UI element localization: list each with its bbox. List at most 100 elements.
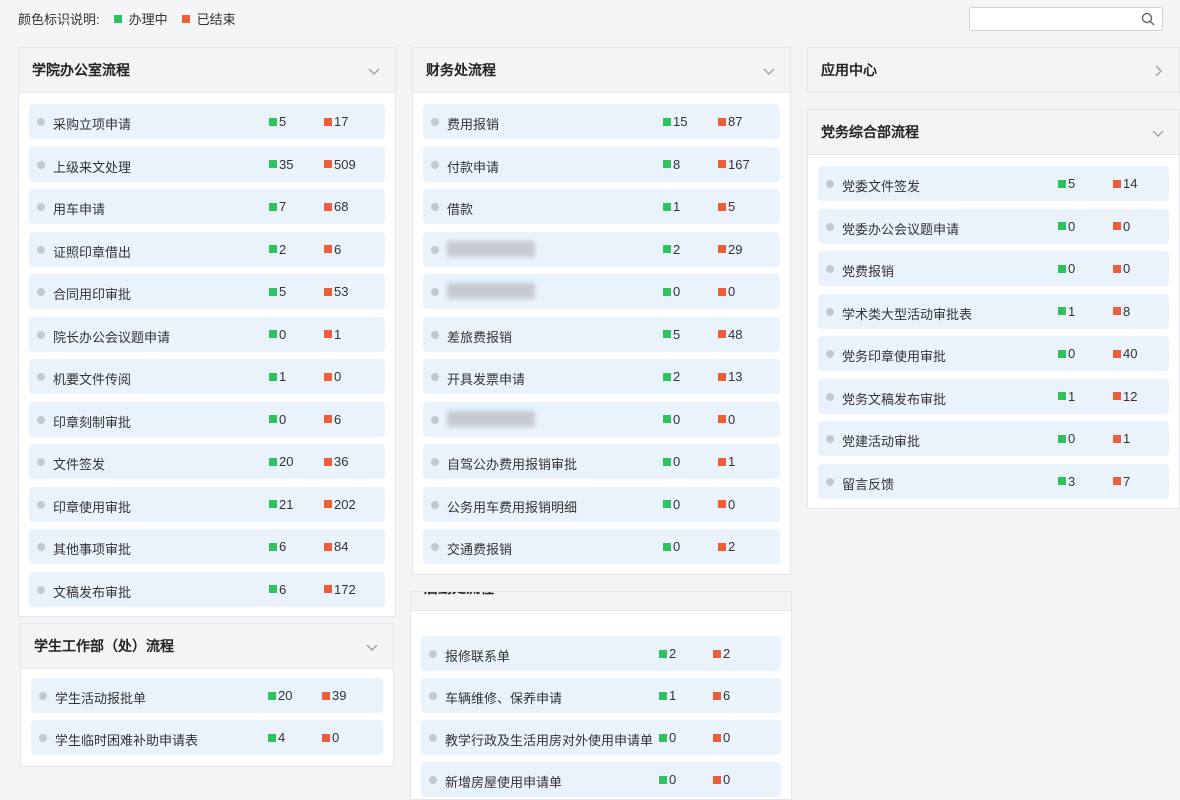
process-row[interactable]: 教学行政及生活用房对外使用申请单 0 0 — [421, 720, 781, 755]
active-count[interactable]: 0 — [663, 539, 680, 554]
panel-header[interactable]: 学院办公室流程 — [19, 48, 395, 93]
process-row[interactable]: 费用报销 15 87 — [423, 104, 780, 139]
process-row[interactable]: 合同用印审批 5 53 — [29, 274, 385, 309]
active-count[interactable]: 0 — [663, 284, 680, 299]
active-count[interactable]: 4 — [268, 730, 285, 745]
process-row[interactable]: 借款 1 5 — [423, 189, 780, 224]
done-count[interactable]: 6 — [324, 412, 341, 427]
done-count[interactable]: 0 — [718, 497, 735, 512]
active-count[interactable]: 0 — [1058, 346, 1075, 361]
process-row[interactable]: 报修联系单 2 2 — [421, 636, 781, 671]
active-count[interactable]: 2 — [269, 242, 286, 257]
done-count[interactable]: 1 — [1113, 431, 1130, 446]
done-count[interactable]: 1 — [324, 327, 341, 342]
active-count[interactable]: 1 — [659, 688, 676, 703]
done-count[interactable]: 6 — [713, 688, 730, 703]
process-row[interactable]: 院长办公会议题申请 0 1 — [29, 316, 385, 352]
process-row[interactable]: 自驾公办费用报销审批 0 1 — [423, 444, 780, 479]
process-row[interactable]: 机要文件传阅 1 0 — [29, 359, 385, 394]
process-row[interactable]: 党委文件签发 5 14 — [818, 166, 1169, 201]
process-row[interactable]: 学术类大型活动审批表 1 8 — [818, 293, 1169, 329]
done-count[interactable]: 7 — [1113, 474, 1130, 489]
active-count[interactable]: 20 — [268, 688, 292, 703]
done-count[interactable]: 172 — [324, 582, 356, 597]
active-count[interactable]: 1 — [1058, 304, 1075, 319]
chevron-down-icon[interactable] — [367, 64, 381, 78]
done-count[interactable]: 6 — [324, 242, 341, 257]
process-row[interactable]: 交通费报销 0 2 — [423, 529, 780, 564]
chevron-down-icon[interactable] — [1151, 126, 1165, 140]
done-count[interactable]: 84 — [324, 539, 348, 554]
process-row[interactable]: 付款申请 8 167 — [423, 146, 780, 182]
chevron-down-icon[interactable] — [365, 640, 379, 654]
process-row[interactable]: 学生活动报批单 20 39 — [31, 678, 383, 713]
process-row[interactable]: 用车申请 7 68 — [29, 189, 385, 224]
active-count[interactable]: 35 — [269, 157, 293, 172]
active-count[interactable]: 0 — [663, 412, 680, 427]
active-count[interactable]: 0 — [1058, 431, 1075, 446]
process-row[interactable]: 党费报销 0 0 — [818, 251, 1169, 286]
process-row[interactable]: 2 29 — [423, 231, 780, 267]
done-count[interactable]: 17 — [324, 114, 348, 129]
active-count[interactable]: 1 — [663, 199, 680, 214]
panel-header[interactable]: 党务综合部流程 — [808, 110, 1179, 155]
active-count[interactable]: 5 — [269, 284, 286, 299]
process-row[interactable]: 党委办公会议题申请 0 0 — [818, 208, 1169, 244]
panel-header[interactable]: 后勤处流程 — [411, 592, 791, 611]
process-row[interactable]: 证照印章借出 2 6 — [29, 231, 385, 267]
active-count[interactable]: 5 — [663, 327, 680, 342]
active-count[interactable]: 6 — [269, 539, 286, 554]
done-count[interactable]: 0 — [718, 412, 735, 427]
active-count[interactable]: 5 — [269, 114, 286, 129]
done-count[interactable]: 2 — [713, 646, 730, 661]
process-row[interactable]: 公务用车费用报销明细 0 0 — [423, 486, 780, 522]
done-count[interactable]: 53 — [324, 284, 348, 299]
active-count[interactable]: 15 — [663, 114, 687, 129]
done-count[interactable]: 12 — [1113, 389, 1137, 404]
done-count[interactable]: 48 — [718, 327, 742, 342]
active-count[interactable]: 0 — [663, 497, 680, 512]
active-count[interactable]: 0 — [1058, 219, 1075, 234]
done-count[interactable]: 40 — [1113, 346, 1137, 361]
panel-header[interactable]: 学生工作部（处）流程 — [21, 624, 393, 669]
active-count[interactable]: 8 — [663, 157, 680, 172]
active-count[interactable]: 0 — [659, 772, 676, 787]
done-count[interactable]: 0 — [713, 772, 730, 787]
process-row[interactable]: 印章刻制审批 0 6 — [29, 401, 385, 437]
active-count[interactable]: 0 — [663, 454, 680, 469]
panel-header[interactable]: 应用中心 — [808, 48, 1179, 92]
search-input[interactable] — [976, 9, 1140, 31]
done-count[interactable]: 202 — [324, 497, 356, 512]
active-count[interactable]: 3 — [1058, 474, 1075, 489]
done-count[interactable]: 39 — [322, 688, 346, 703]
active-count[interactable]: 0 — [659, 730, 676, 745]
done-count[interactable]: 0 — [1113, 261, 1130, 276]
process-row[interactable]: 新增房屋使用申请单 0 0 — [421, 762, 781, 797]
process-row[interactable]: 学生临时困难补助申请表 4 0 — [31, 720, 383, 755]
active-count[interactable]: 21 — [269, 497, 293, 512]
process-row[interactable]: 印章使用审批 21 202 — [29, 486, 385, 522]
done-count[interactable]: 5 — [718, 199, 735, 214]
done-count[interactable]: 8 — [1113, 304, 1130, 319]
process-row[interactable]: 文稿发布审批 6 172 — [29, 571, 385, 607]
process-row[interactable]: 采购立项申请 5 17 — [29, 104, 385, 139]
active-count[interactable]: 0 — [269, 412, 286, 427]
active-count[interactable]: 2 — [663, 369, 680, 384]
active-count[interactable]: 5 — [1058, 176, 1075, 191]
done-count[interactable]: 509 — [324, 157, 356, 172]
active-count[interactable]: 1 — [1058, 389, 1075, 404]
search-icon[interactable] — [1141, 12, 1155, 26]
active-count[interactable]: 20 — [269, 454, 293, 469]
active-count[interactable]: 2 — [659, 646, 676, 661]
done-count[interactable]: 167 — [718, 157, 750, 172]
done-count[interactable]: 13 — [718, 369, 742, 384]
chevron-right-icon[interactable] — [1151, 64, 1165, 78]
active-count[interactable]: 2 — [663, 242, 680, 257]
done-count[interactable]: 0 — [713, 730, 730, 745]
process-row[interactable]: 其他事项审批 6 84 — [29, 529, 385, 564]
active-count[interactable]: 7 — [269, 199, 286, 214]
process-row[interactable]: 留言反馈 3 7 — [818, 463, 1169, 499]
active-count[interactable]: 1 — [269, 369, 286, 384]
process-row[interactable]: 00 — [423, 274, 780, 309]
process-row[interactable]: 00 — [423, 401, 780, 437]
